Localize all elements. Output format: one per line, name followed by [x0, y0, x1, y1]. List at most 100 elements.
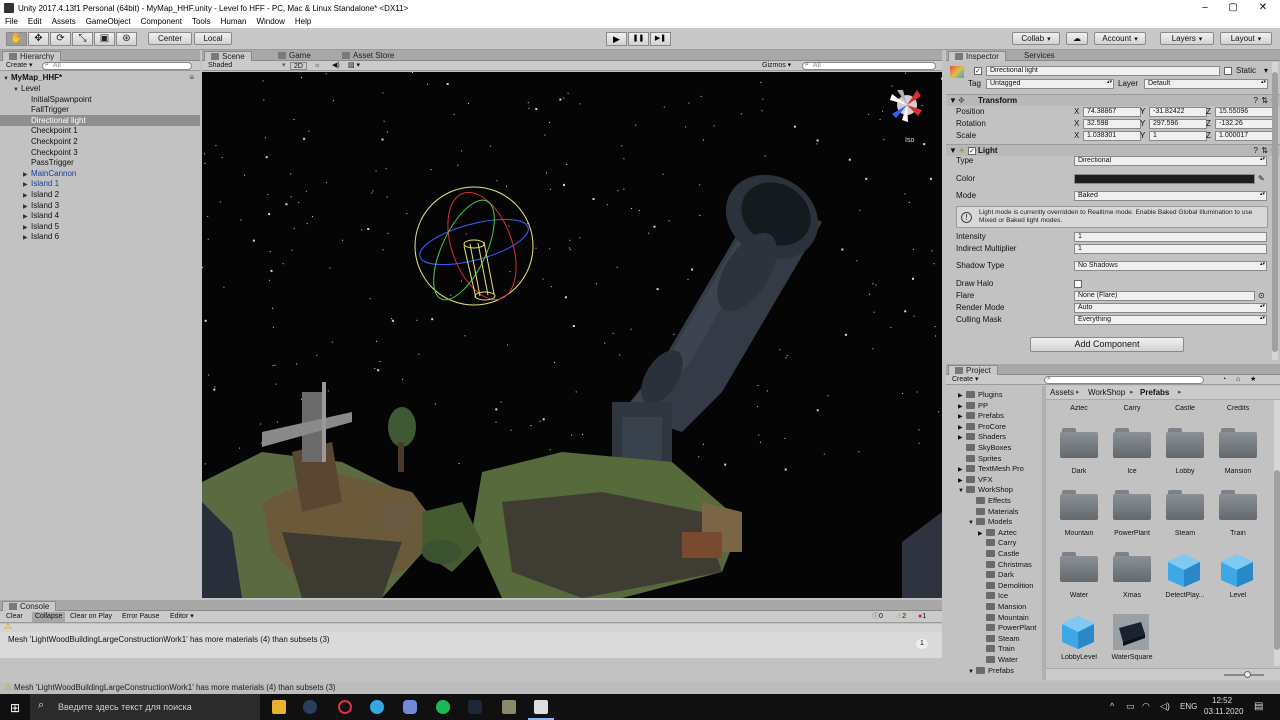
clock-time[interactable]: 12:52 — [1212, 696, 1232, 705]
hierarchy-item[interactable]: Checkpoint 1 — [0, 125, 200, 136]
console-editor-dropdown[interactable]: Editor ▾ — [170, 613, 194, 621]
filter-by-label-icon[interactable]: ⌂ — [1236, 376, 1240, 384]
folder-icon[interactable] — [1060, 552, 1098, 584]
folder-icon[interactable] — [1113, 490, 1151, 522]
console-row-partial[interactable]: ⚠ — [0, 621, 942, 632]
scale-y-field[interactable]: 1 — [1149, 131, 1207, 141]
rotation-z-field[interactable]: -132.26 — [1215, 119, 1273, 129]
position-z-field[interactable]: 15.55096 — [1215, 107, 1273, 117]
audio-toggle-icon[interactable]: ◀) — [332, 62, 340, 70]
hierarchy-item[interactable]: ▶ Island 1 — [0, 178, 200, 189]
steam-icon[interactable] — [303, 700, 317, 714]
project-tree-item[interactable]: Effects — [946, 496, 1011, 507]
folder-icon[interactable] — [1219, 490, 1257, 522]
scale-z-field[interactable]: 1.000017 — [1215, 131, 1273, 141]
rotation-y-field[interactable]: 297.596 — [1149, 119, 1207, 129]
project-create-button[interactable]: Create ▾ — [952, 376, 978, 384]
hierarchy-item[interactable]: InitialSpawnpoint — [0, 94, 200, 105]
hierarchy-item[interactable]: ▶ Island 5 — [0, 221, 200, 232]
console-clear-button[interactable]: Clear — [6, 613, 23, 621]
menu-edit[interactable]: Edit — [23, 16, 47, 28]
project-tree-item[interactable]: ▶ Aztec — [946, 528, 1017, 539]
prefab-cube-icon[interactable] — [1166, 552, 1202, 588]
spotify-icon[interactable] — [436, 700, 450, 714]
folder-icon[interactable] — [1113, 552, 1151, 584]
telegram-icon[interactable] — [370, 700, 384, 714]
menu-window[interactable]: Window — [251, 16, 289, 28]
project-tree-item[interactable]: ▶ TextMesh Pro — [946, 464, 1024, 475]
inspector-scrollbar[interactable] — [1272, 62, 1278, 360]
asset-label[interactable]: Aztec — [1052, 405, 1106, 412]
tree-arrow-icon[interactable]: ▼ — [958, 486, 966, 496]
tree-arrow-icon[interactable]: ▶ — [958, 412, 966, 422]
menu-human[interactable]: Human — [216, 16, 252, 28]
console-clear-on-play-button[interactable]: Clear on Play — [70, 613, 112, 621]
project-tree-item[interactable]: Mansion — [946, 602, 1026, 613]
position-x-field[interactable]: 74.38867 — [1083, 107, 1141, 117]
breadcrumb-workshop[interactable]: WorkShop — [1088, 388, 1125, 397]
taskbar-search-box[interactable]: ⌕ Введите здесь текст для поиска — [30, 694, 260, 720]
transform-tool-icon[interactable]: ⊛ — [116, 32, 137, 46]
lighting-toggle-icon[interactable]: ☼ — [314, 62, 320, 70]
folder-icon[interactable] — [1166, 428, 1204, 460]
windows-start-icon[interactable]: ⊞ — [10, 701, 20, 715]
object-active-checkbox[interactable] — [974, 67, 982, 75]
step-button[interactable]: ▶❚ — [650, 32, 671, 46]
scale-tool-icon[interactable]: ⤡ — [72, 32, 93, 46]
tree-arrow-icon[interactable]: ▶ — [958, 391, 966, 401]
maximize-button[interactable]: ▢ — [1218, 0, 1248, 16]
model-thumbnail-icon[interactable] — [1113, 614, 1149, 650]
unity-taskbar-icon[interactable] — [534, 700, 548, 714]
hierarchy-item[interactable]: ▶ Island 6 — [0, 231, 200, 242]
tab-game[interactable]: Game — [272, 51, 317, 61]
pivot-toggle[interactable]: Center — [148, 32, 192, 45]
tab-console[interactable]: Console — [2, 601, 57, 611]
rotation-x-field[interactable]: 32.598 — [1083, 119, 1141, 129]
menu-assets[interactable]: Assets — [47, 16, 81, 28]
shadow-type-dropdown[interactable]: No Shadows — [1074, 261, 1267, 271]
tree-arrow-icon[interactable]: ▼ — [968, 667, 976, 677]
eyedropper-icon[interactable]: ✎ — [1258, 173, 1265, 185]
expand-arrow-icon[interactable]: ▶ — [23, 233, 31, 244]
scene-menu-icon[interactable]: ≡ — [189, 72, 194, 83]
menu-tools[interactable]: Tools — [187, 16, 216, 28]
tab-inspector[interactable]: Inspector — [948, 51, 1006, 61]
log-count-toggle[interactable]: ⓘ0 — [872, 613, 883, 621]
render-mode-dropdown[interactable]: Auto — [1074, 303, 1267, 313]
scene-orientation-gizmo[interactable] — [890, 90, 922, 122]
inspector-scroll-thumb[interactable] — [1272, 72, 1278, 352]
2d-toggle[interactable]: 2D — [290, 62, 307, 70]
asset-scrollbar[interactable] — [1274, 400, 1280, 666]
project-tree-item[interactable]: ▶ PP — [946, 401, 988, 412]
tree-arrow-icon[interactable]: ▶ — [958, 433, 966, 443]
project-tree-item[interactable]: Sprites — [946, 454, 1001, 465]
game-app-icon[interactable] — [502, 700, 516, 714]
scene-viewport[interactable]: Iso — [202, 72, 942, 598]
rotate-tool-icon[interactable]: ⟳ — [50, 32, 71, 46]
add-component-button[interactable]: Add Component — [1030, 337, 1184, 352]
status-bar[interactable]: ⚠ Mesh 'LightWoodBuildingLargeConstructi… — [0, 682, 1280, 694]
project-tree-item[interactable]: Ice — [946, 591, 1008, 602]
project-tree-item[interactable]: ▼ WorkShop — [946, 485, 1013, 496]
position-y-field[interactable]: -31.82422 — [1149, 107, 1207, 117]
minimize-button[interactable]: – — [1190, 0, 1220, 16]
wifi-icon[interactable]: ◠ — [1142, 701, 1150, 712]
hierarchy-item[interactable]: PassTrigger — [0, 157, 200, 168]
light-mode-dropdown[interactable]: Baked — [1074, 191, 1267, 201]
opera-icon[interactable] — [338, 700, 352, 714]
layer-dropdown[interactable]: Default — [1144, 79, 1268, 89]
effects-toggle-icon[interactable]: ▨ ▾ — [348, 62, 360, 70]
transform-component-header[interactable]: ▼ ✥ Transform ? ⇅ ⚙ — [946, 94, 1280, 106]
folder-icon[interactable] — [1219, 428, 1257, 460]
console-collapse-button[interactable]: Collapse — [32, 612, 66, 622]
project-tree-item[interactable]: ▶ Prefabs — [946, 411, 1004, 422]
scale-x-field[interactable]: 1.038301 — [1083, 131, 1141, 141]
layers-dropdown[interactable]: Layers — [1160, 32, 1214, 45]
scene-root-row[interactable]: ▼ MyMap_HHF* ≡ — [0, 72, 200, 83]
asset-label[interactable]: Carry — [1105, 405, 1159, 412]
discord-icon[interactable] — [403, 700, 417, 714]
project-tree-item[interactable]: Carry — [946, 538, 1016, 549]
play-button[interactable]: ▶ — [606, 32, 627, 46]
rect-tool-icon[interactable]: ▣ — [94, 32, 115, 46]
notifications-icon[interactable]: ▤ — [1254, 701, 1263, 712]
